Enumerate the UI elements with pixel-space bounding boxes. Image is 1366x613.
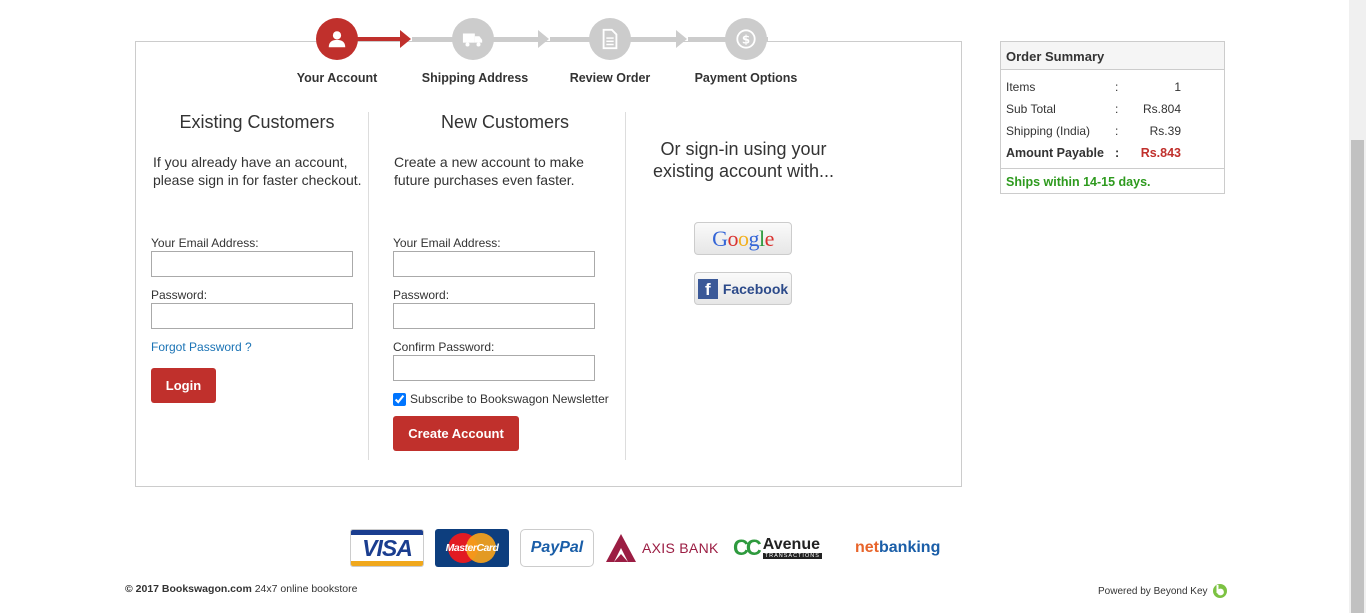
visa-logo: VISA	[350, 529, 424, 567]
order-summary: Order Summary Items : 1 Sub Total : Rs.8…	[1000, 41, 1225, 194]
google-logo: Google	[712, 225, 774, 251]
checkout-stepper: $ Your Account Shipping Address Review O…	[296, 18, 816, 88]
social-signin-title: Or sign-in using your existing account w…	[652, 139, 835, 181]
existing-password-input[interactable]	[151, 303, 353, 329]
newsletter-checkbox[interactable]	[393, 392, 406, 406]
svg-text:$: $	[742, 33, 750, 47]
new-password-label: Password:	[393, 288, 450, 302]
vertical-scrollbar[interactable]	[1349, 0, 1366, 613]
confirm-password-label: Confirm Password:	[393, 340, 495, 354]
netbanking-logo: net banking	[855, 539, 941, 556]
axis-bank-logo: AXIS BANK	[605, 529, 723, 567]
axis-bank-icon	[606, 534, 636, 562]
step-label-review-order: Review Order	[569, 71, 651, 85]
step-arrow-icon	[400, 30, 411, 48]
paypal-logo: PayPal	[520, 529, 594, 567]
step-arrow-icon	[538, 30, 549, 48]
step-shipping-address	[452, 18, 494, 60]
beyond-key-logo-icon	[1212, 584, 1227, 598]
google-signin-button[interactable]: Google	[694, 222, 792, 255]
new-customers-title: New Customers	[440, 112, 570, 132]
login-panel: Existing Customers If you already have a…	[135, 41, 962, 487]
confirm-password-input[interactable]	[393, 355, 595, 381]
order-summary-title: Order Summary	[1001, 42, 1224, 70]
step-payment-options: $	[725, 18, 767, 60]
footer-copyright: © 2017 Bookswagon.com 24x7 online bookst…	[125, 583, 358, 595]
new-email-input[interactable]	[393, 251, 595, 277]
forgot-password-link[interactable]: Forgot Password ?	[151, 340, 252, 354]
step-label-shipping-address: Shipping Address	[421, 71, 529, 85]
existing-email-label: Your Email Address:	[151, 236, 259, 250]
create-account-button[interactable]: Create Account	[393, 416, 519, 451]
user-icon	[328, 31, 346, 48]
existing-customers-section: Existing Customers If you already have a…	[150, 112, 370, 189]
dollar-icon: $	[736, 29, 756, 49]
footer-powered-by[interactable]: Powered by Beyond Key	[1098, 583, 1228, 599]
facebook-signin-button[interactable]: f Facebook	[694, 272, 792, 305]
document-icon	[602, 28, 618, 50]
column-divider	[625, 112, 626, 460]
existing-customers-title: Existing Customers	[179, 112, 335, 132]
new-customers-desc: Create a new account to make future purc…	[394, 154, 584, 188]
step-label-your-account: Your Account	[296, 71, 378, 85]
new-customers-section: New Customers Create a new account to ma…	[393, 112, 613, 189]
step-arrow-icon	[676, 30, 687, 48]
facebook-icon: f	[697, 278, 718, 299]
newsletter-option[interactable]: Subscribe to Bookswagon Newsletter	[393, 392, 609, 406]
truck-icon	[462, 33, 483, 47]
step-label-payment-options: Payment Options	[694, 71, 798, 85]
scrollbar-thumb[interactable]	[1351, 140, 1364, 613]
facebook-label: Facebook	[722, 280, 789, 297]
ccavenue-logo: CC Avenue TRANSACTIONS	[733, 535, 822, 560]
shipping-estimate: Ships within 14-15 days.	[1001, 168, 1224, 195]
newsletter-label: Subscribe to Bookswagon Newsletter	[410, 392, 609, 406]
existing-email-input[interactable]	[151, 251, 353, 277]
existing-customers-desc: If you already have an account, please s…	[153, 154, 362, 188]
step-your-account	[316, 18, 358, 60]
step-review-order	[589, 18, 631, 60]
new-email-label: Your Email Address:	[393, 236, 501, 250]
existing-password-label: Password:	[151, 288, 208, 302]
mastercard-logo: MasterCard	[435, 529, 509, 567]
new-password-input[interactable]	[393, 303, 595, 329]
column-divider	[368, 112, 369, 460]
login-button[interactable]: Login	[151, 368, 216, 403]
